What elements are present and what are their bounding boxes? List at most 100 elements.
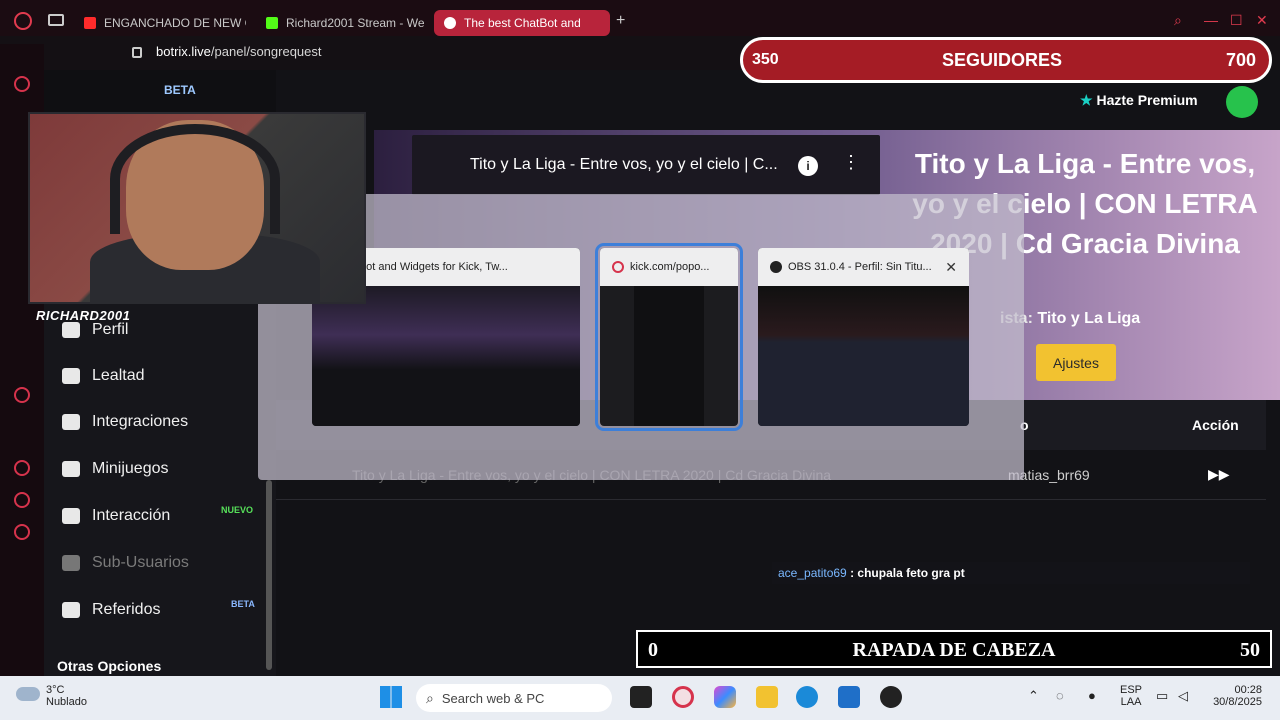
cloud-icon	[16, 687, 40, 701]
gamepad-icon	[62, 461, 80, 477]
opera-taskbar-icon[interactable]	[672, 686, 694, 708]
clock-date: 30/8/2025	[1213, 696, 1262, 708]
trophy-icon	[62, 368, 80, 384]
opera-icon	[612, 261, 624, 273]
start-icon[interactable]	[380, 686, 402, 708]
window-caption: OBS 31.0.4 - Perfil: Sin Titu... ✕	[758, 248, 969, 286]
tab-label: ENGANCHADO DE NEW C	[104, 16, 246, 30]
integrations-icon	[62, 414, 80, 430]
info-icon[interactable]: i	[798, 156, 818, 176]
sidebar-item-integraciones[interactable]: Integraciones	[62, 408, 188, 436]
referrals-icon	[62, 602, 80, 618]
search-placeholder: Search web & PC	[441, 690, 545, 706]
sidebar-item-label: Minijuegos	[92, 460, 169, 477]
tab-youtube[interactable]: ENGANCHADO DE NEW C	[74, 10, 246, 36]
sidebar-extensions-icon[interactable]	[14, 492, 30, 508]
task-view-icon[interactable]	[630, 686, 652, 708]
clock-time: 00:28	[1234, 684, 1262, 696]
search-icon: ⌕	[426, 689, 434, 706]
sidebar-item-referidos[interactable]: Referidos	[62, 596, 160, 624]
edge-icon[interactable]	[796, 686, 818, 708]
chat-username: ace_patito69	[778, 566, 847, 580]
tab-kick[interactable]: Richard2001 Stream - We	[256, 10, 428, 36]
youtube-icon	[84, 17, 96, 29]
tab-label: The best ChatBot and	[464, 16, 581, 30]
settings-button[interactable]: Ajustes	[1036, 344, 1116, 381]
sidebar-item-sub-usuarios[interactable]: Sub-Usuarios	[62, 549, 189, 577]
opera-menu-icon[interactable]	[14, 12, 32, 30]
tray-chevron-icon[interactable]: ⌃	[1028, 688, 1039, 704]
skip-icon[interactable]: ▶▶	[1208, 466, 1230, 483]
sidebar-item-label: Interacción	[92, 507, 171, 524]
window-caption: kick.com/popo...	[600, 248, 738, 286]
mic-icon[interactable]: ●	[1088, 688, 1096, 703]
lang-bottom: LAA	[1120, 696, 1142, 708]
sidebar-item-label: Referidos	[92, 601, 161, 618]
goal-target: 50	[1240, 639, 1260, 661]
users-icon	[62, 555, 80, 571]
user-avatar[interactable]	[1226, 86, 1258, 118]
sidebar-item-label: Integraciones	[92, 413, 189, 430]
minimize-icon[interactable]: —	[1204, 12, 1218, 28]
followers-goal: 700	[1226, 50, 1257, 70]
display-icon[interactable]: ▭	[1156, 688, 1168, 704]
weather-widget[interactable]: 3°C Nublado	[46, 684, 87, 708]
window-title: kick.com/popo...	[630, 261, 710, 273]
new-tab-icon[interactable]: +	[616, 12, 625, 30]
sidebar-player-icon[interactable]	[14, 387, 30, 403]
tab-botrix[interactable]: The best ChatBot and	[434, 10, 610, 36]
kick-icon	[266, 17, 278, 29]
obs-taskbar-icon[interactable]	[880, 686, 902, 708]
sidebar-item-lealtad[interactable]: Lealtad	[62, 362, 145, 390]
sidebar-item-label: Sub-Usuarios	[92, 554, 189, 571]
sidebar-item-minijuegos[interactable]: Minijuegos	[62, 455, 168, 483]
star-icon: ★	[1080, 92, 1093, 108]
music-note-icon	[62, 508, 80, 524]
file-explorer-icon[interactable]	[756, 686, 778, 708]
beta-badge: BETA	[231, 599, 255, 609]
more-icon[interactable]: ⋮	[842, 152, 860, 173]
webcam-feed	[28, 112, 366, 304]
window-preview	[312, 286, 580, 426]
volume-icon[interactable]: ◁	[1178, 688, 1188, 704]
sidebar-settings-icon[interactable]	[14, 524, 30, 540]
close-window-icon[interactable]: ✕	[1256, 12, 1268, 29]
window-title: OBS 31.0.4 - Perfil: Sin Titu...	[788, 261, 932, 273]
sidebar-item-label: Lealtad	[92, 367, 145, 384]
botrix-icon	[444, 17, 456, 29]
copilot-icon[interactable]	[714, 686, 736, 708]
sidebar-scrollbar[interactable]	[266, 480, 272, 670]
weather-temp: 3°C	[46, 684, 65, 696]
store-icon[interactable]	[838, 686, 860, 708]
window-preview	[758, 286, 969, 426]
new-badge: NUEVO	[221, 505, 254, 515]
premium-link[interactable]: ★ Hazte Premium	[1080, 92, 1198, 109]
column-action: Acción	[1192, 417, 1239, 433]
lock-icon	[132, 47, 142, 58]
window-thumb-obs[interactable]: OBS 31.0.4 - Perfil: Sin Titu... ✕	[758, 248, 969, 426]
maximize-icon[interactable]: ☐	[1230, 12, 1243, 29]
sidebar-clock-icon[interactable]	[14, 460, 30, 476]
clock[interactable]: 00:28 30/8/2025	[1206, 684, 1262, 708]
search-tabs-icon[interactable]: ⌕	[1174, 12, 1182, 29]
tab-workspace-icon[interactable]	[48, 14, 64, 26]
language-indicator[interactable]: ESP LAA	[1120, 684, 1142, 708]
premium-label: Hazte Premium	[1096, 92, 1198, 108]
url-host: botrix.live	[156, 44, 211, 59]
goal-current: 0	[648, 639, 658, 661]
headset-shape	[110, 124, 280, 234]
url-field[interactable]: botrix.live/panel/songrequest	[156, 44, 322, 59]
sidebar-item-interaccion[interactable]: Interacción	[62, 502, 170, 530]
artist-name: Tito y La Liga	[1037, 310, 1141, 327]
sidebar-item-label: Perfil	[92, 321, 129, 338]
chat-text: : chupala feto gra pt	[846, 566, 965, 580]
close-icon[interactable]: ✕	[945, 259, 957, 276]
video-title: Tito y La Liga - Entre vos, yo y el ciel…	[470, 156, 778, 173]
window-preview	[634, 286, 704, 426]
url-path: /panel/songrequest	[210, 44, 322, 59]
taskbar-search[interactable]: ⌕ Search web & PC	[416, 684, 612, 712]
network-icon[interactable]: ◌	[1056, 688, 1064, 703]
sidebar-history-icon[interactable]	[14, 76, 30, 92]
lang-top: ESP	[1120, 684, 1143, 696]
window-thumb-kick[interactable]: kick.com/popo...	[595, 243, 743, 431]
